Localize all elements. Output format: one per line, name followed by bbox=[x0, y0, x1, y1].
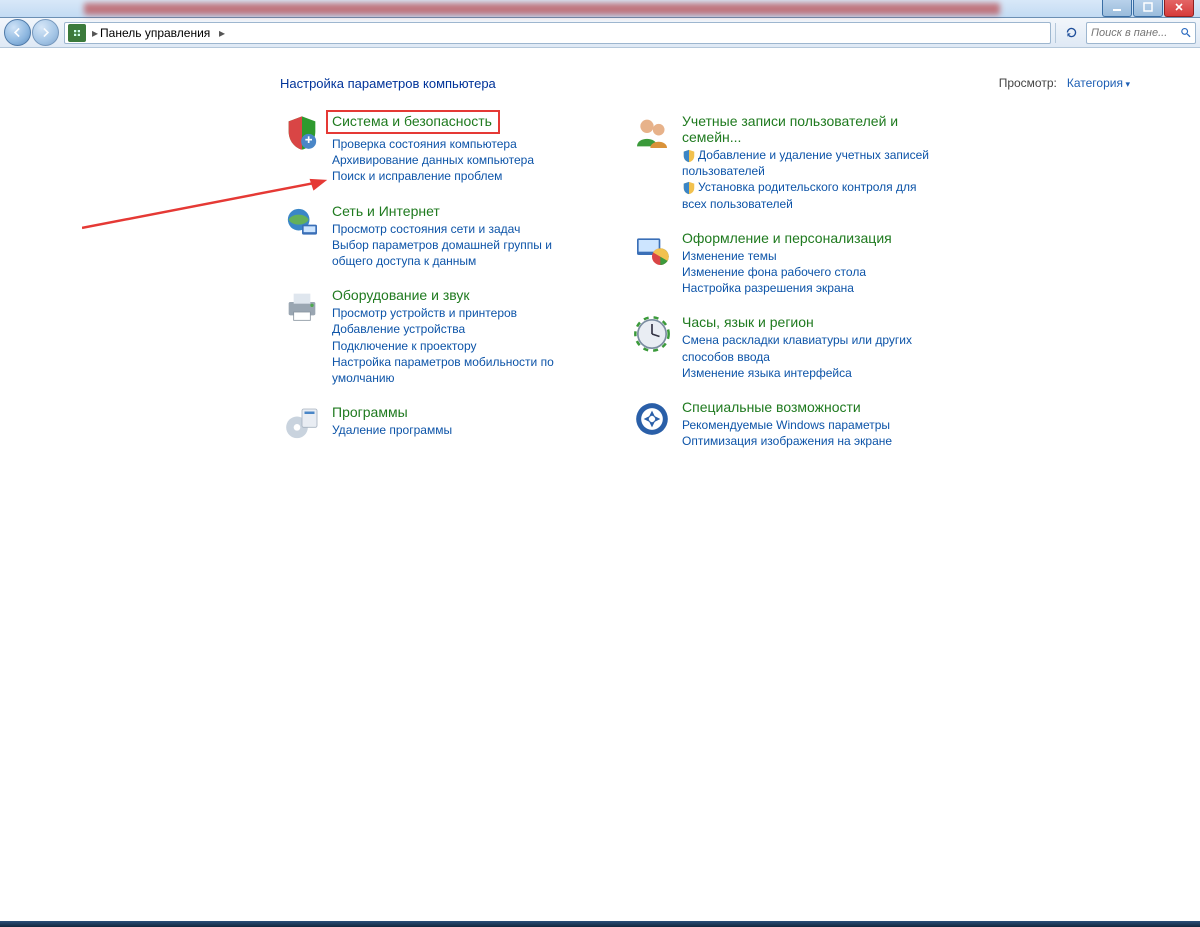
search-icon bbox=[1180, 26, 1192, 39]
uac-shield-icon bbox=[682, 149, 696, 163]
title-bar bbox=[0, 0, 1200, 18]
category-user-accounts: Учетные записи пользователей и семейн...… bbox=[630, 113, 930, 212]
users-icon bbox=[630, 113, 674, 157]
task-link[interactable]: Выбор параметров домашней группы и общег… bbox=[332, 237, 580, 269]
category-network: Сеть и Интернет Просмотр состояния сети … bbox=[280, 203, 580, 270]
category-title[interactable]: Оборудование и звук bbox=[332, 287, 470, 303]
task-link[interactable]: Добавление устройства bbox=[332, 321, 580, 337]
category-title[interactable]: Специальные возможности bbox=[682, 399, 861, 415]
ease-of-access-icon bbox=[630, 399, 674, 443]
view-by-dropdown[interactable]: Категория bbox=[1067, 76, 1130, 90]
category-title[interactable]: Сеть и Интернет bbox=[332, 203, 440, 219]
category-title[interactable]: Часы, язык и регион bbox=[682, 314, 814, 330]
task-link[interactable]: Оптимизация изображения на экране bbox=[682, 433, 930, 449]
category-appearance: Оформление и персонализация Изменение те… bbox=[630, 230, 930, 297]
content: Настройка параметров компьютера Просмотр… bbox=[0, 48, 1200, 467]
task-link[interactable]: Настройка разрешения экрана bbox=[682, 280, 930, 296]
appearance-icon bbox=[630, 230, 674, 274]
task-link[interactable]: Изменение языка интерфейса bbox=[682, 365, 930, 381]
task-link[interactable]: Просмотр состояния сети и задач bbox=[332, 221, 580, 237]
breadcrumb-label: Панель управления bbox=[100, 26, 210, 40]
refresh-button[interactable] bbox=[1060, 22, 1082, 44]
back-button[interactable] bbox=[4, 19, 31, 46]
programs-icon bbox=[280, 404, 324, 448]
task-link[interactable]: Изменение темы bbox=[682, 248, 930, 264]
category-hardware: Оборудование и звук Просмотр устройств и… bbox=[280, 287, 580, 386]
category-ease-of-access: Специальные возможности Рекомендуемые Wi… bbox=[630, 399, 930, 449]
task-link[interactable]: Архивирование данных компьютера bbox=[332, 152, 580, 168]
category-programs: Программы Удаление программы bbox=[280, 404, 580, 448]
close-button[interactable] bbox=[1164, 0, 1194, 17]
task-link[interactable]: Смена раскладки клавиатуры или других сп… bbox=[682, 332, 930, 364]
category-title[interactable]: Учетные записи пользователей и семейн... bbox=[682, 113, 930, 145]
search-input[interactable] bbox=[1091, 27, 1180, 39]
category-title[interactable]: Оформление и персонализация bbox=[682, 230, 892, 246]
task-link[interactable]: Подключение к проектору bbox=[332, 338, 580, 354]
task-link[interactable]: Рекомендуемые Windows параметры bbox=[682, 417, 930, 433]
forward-button[interactable] bbox=[32, 19, 59, 46]
toolbar: ▸ Панель управления ▸ bbox=[0, 18, 1200, 48]
category-system-security: Система и безопасность Проверка состояни… bbox=[280, 113, 580, 185]
task-link[interactable]: Просмотр устройств и принтеров bbox=[332, 305, 580, 321]
category-clock-region: Часы, язык и регион Смена раскладки клав… bbox=[630, 314, 930, 381]
view-by: Просмотр: Категория bbox=[999, 76, 1130, 90]
maximize-button[interactable] bbox=[1133, 0, 1163, 17]
category-title[interactable]: Программы bbox=[332, 404, 408, 420]
task-link[interactable]: Поиск и исправление проблем bbox=[332, 168, 580, 184]
clock-icon bbox=[630, 314, 674, 358]
task-link[interactable]: Установка родительского контроля для все… bbox=[682, 179, 930, 211]
task-link[interactable]: Изменение фона рабочего стола bbox=[682, 264, 930, 280]
taskbar-edge bbox=[0, 921, 1200, 927]
category-title[interactable]: Система и безопасность bbox=[332, 113, 492, 129]
view-by-label: Просмотр: bbox=[999, 76, 1057, 90]
printer-icon bbox=[280, 287, 324, 331]
search-box[interactable] bbox=[1086, 22, 1196, 44]
column-right: Учетные записи пользователей и семейн...… bbox=[630, 113, 930, 467]
minimize-button[interactable] bbox=[1102, 0, 1132, 17]
task-link[interactable]: Проверка состояния компьютера bbox=[332, 136, 580, 152]
chevron-right-icon: ▸ bbox=[92, 26, 98, 40]
column-left: Система и безопасность Проверка состояни… bbox=[280, 113, 580, 467]
annotation-highlight: Система и безопасность bbox=[326, 110, 500, 134]
shield-icon bbox=[280, 113, 324, 157]
task-link[interactable]: Настройка параметров мобильности по умол… bbox=[332, 354, 580, 386]
control-panel-icon bbox=[68, 24, 86, 42]
chevron-right-icon: ▸ bbox=[212, 26, 225, 40]
uac-shield-icon bbox=[682, 181, 696, 195]
task-link[interactable]: Удаление программы bbox=[332, 422, 580, 438]
task-link[interactable]: Добавление и удаление учетных записей по… bbox=[682, 147, 930, 179]
title-blur bbox=[84, 3, 1000, 15]
globe-network-icon bbox=[280, 203, 324, 247]
toolbar-separator bbox=[1055, 23, 1056, 43]
breadcrumb[interactable]: ▸ Панель управления ▸ bbox=[64, 22, 1051, 44]
